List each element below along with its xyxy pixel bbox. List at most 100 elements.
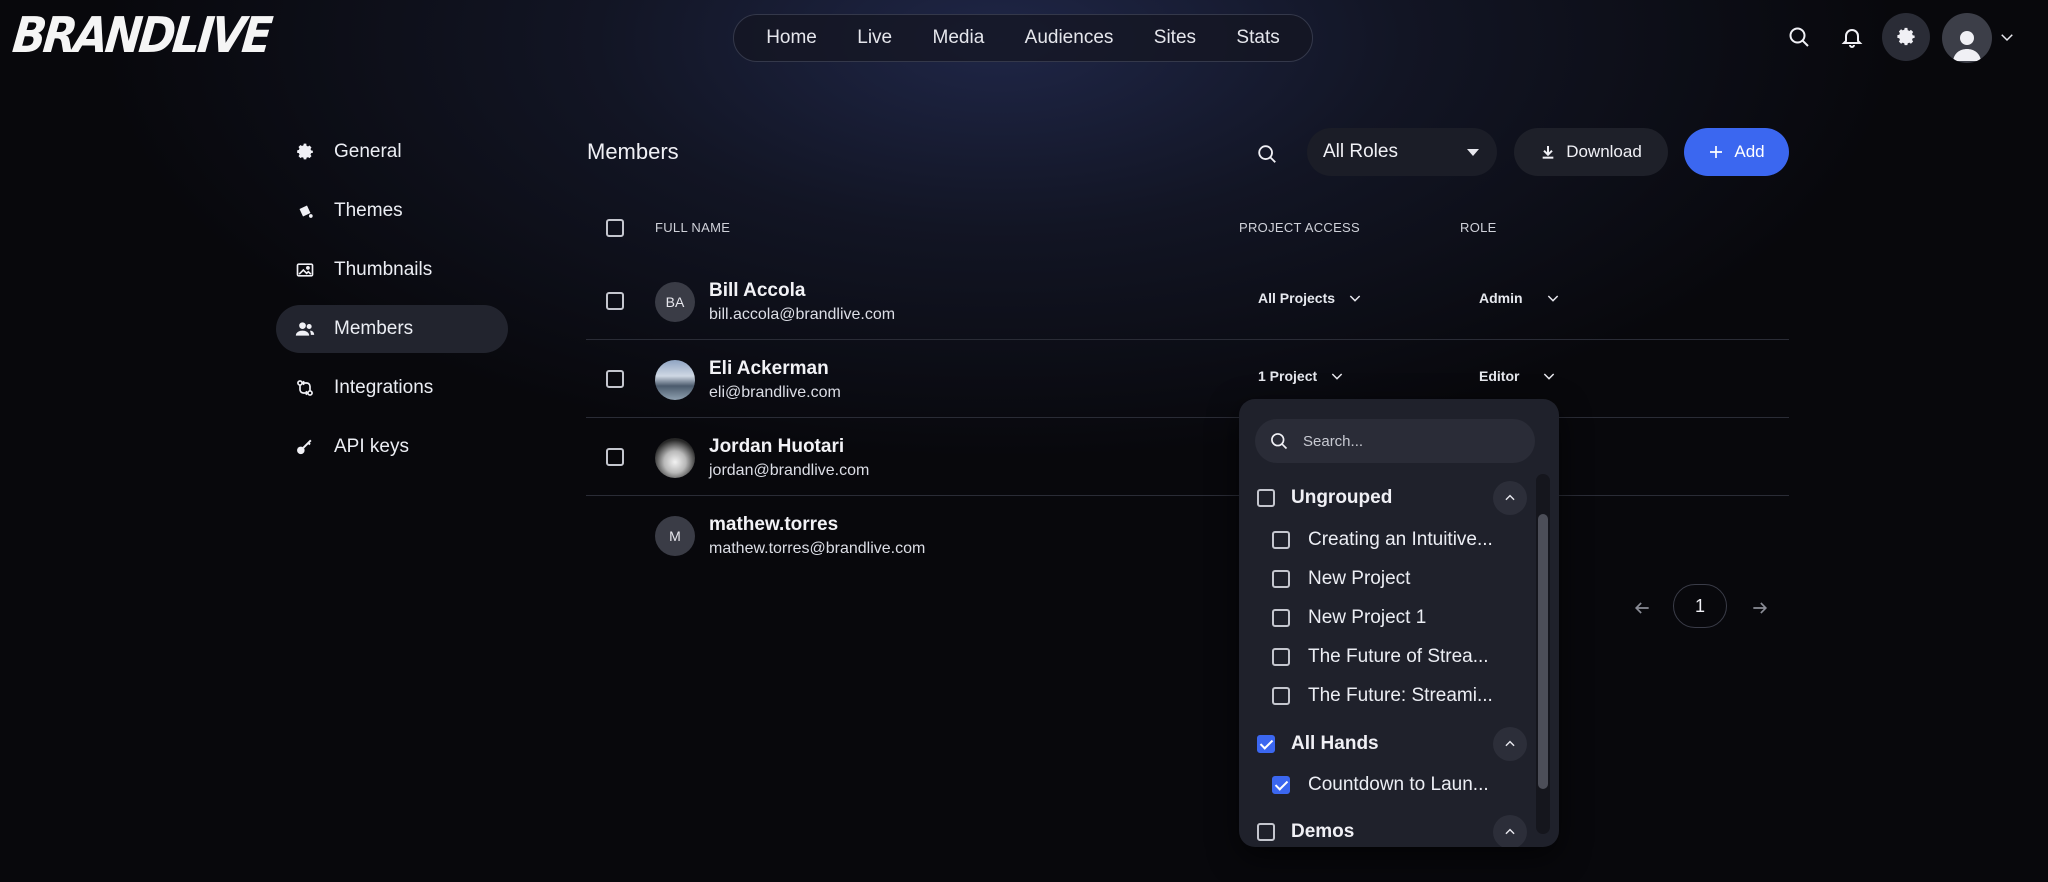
project-access-dropdown[interactable]: All Projects	[1258, 290, 1363, 306]
nav-audiences[interactable]: Audiences	[1025, 27, 1114, 49]
chevron-down-icon	[1547, 295, 1558, 302]
select-all-checkbox[interactable]	[606, 219, 624, 237]
nav-stats[interactable]: Stats	[1236, 27, 1279, 49]
project-search-input[interactable]	[1303, 432, 1503, 450]
sidebar-item-label: Integrations	[334, 377, 434, 398]
avatar	[655, 438, 695, 478]
project-option[interactable]: New Project	[1272, 568, 1508, 590]
group-demos[interactable]: Demos	[1257, 815, 1527, 847]
nav-media[interactable]: Media	[933, 27, 985, 49]
role-dropdown[interactable]: Admin	[1479, 290, 1561, 306]
project-access-dropdown[interactable]: 1 Project	[1258, 368, 1345, 384]
sidebar-item-label: General	[334, 141, 402, 162]
row-checkbox[interactable]	[606, 292, 624, 310]
role-value: Editor	[1479, 368, 1520, 384]
pagination-current-page[interactable]: 1	[1673, 584, 1727, 628]
account-menu-toggle[interactable]	[1998, 28, 2016, 51]
project-search-field[interactable]	[1255, 419, 1535, 463]
row-checkbox[interactable]	[606, 448, 624, 466]
scrollbar-thumb[interactable]	[1538, 514, 1548, 789]
gear-icon	[1897, 27, 1915, 46]
add-member-button[interactable]: Add	[1684, 128, 1789, 176]
project-option[interactable]: The Future: Streami...	[1272, 685, 1508, 707]
member-name: mathew.torres	[709, 514, 839, 535]
download-label: Download	[1566, 142, 1642, 161]
chevron-down-icon	[1349, 295, 1361, 302]
bell-icon	[1841, 29, 1863, 48]
collapse-group-button[interactable]	[1493, 727, 1527, 761]
member-email: jordan@brandlive.com	[709, 462, 870, 479]
search-icon	[1258, 145, 1276, 163]
popover-scrollbar[interactable]	[1536, 474, 1550, 834]
member-email: mathew.torres@brandlive.com	[709, 540, 926, 557]
avatar: BA	[655, 282, 695, 322]
project-checkbox[interactable]	[1272, 687, 1290, 705]
download-icon	[1542, 146, 1554, 159]
collapse-group-button[interactable]	[1493, 481, 1527, 515]
group-ungrouped[interactable]: Ungrouped	[1257, 481, 1527, 515]
chevron-down-icon	[1331, 373, 1343, 380]
notifications-button[interactable]	[1832, 17, 1872, 57]
project-option[interactable]: Countdown to Laun...	[1272, 774, 1508, 796]
group-label: Demos	[1291, 821, 1355, 842]
project-checkbox[interactable]	[1272, 776, 1290, 794]
sidebar-item-label: API keys	[334, 436, 409, 457]
role-value: Admin	[1479, 290, 1523, 306]
members-search-button[interactable]	[1250, 137, 1284, 171]
sidebar-item-label: Thumbnails	[334, 259, 433, 280]
project-option[interactable]: New Project 1	[1272, 607, 1508, 629]
group-checkbox[interactable]	[1257, 735, 1275, 753]
download-button[interactable]: Download	[1514, 128, 1668, 176]
table-row[interactable]: Jordan Huotari jordan@brandlive.com	[586, 418, 1789, 496]
project-option[interactable]: The Future of Strea...	[1272, 646, 1508, 668]
column-header-full-name[interactable]: FULL NAME	[655, 220, 730, 235]
sidebar-item-integrations[interactable]: Integrations	[276, 364, 508, 412]
table-row[interactable]: M mathew.torres mathew.torres@brandlive.…	[586, 496, 1789, 574]
sidebar-item-general[interactable]: General	[276, 128, 508, 176]
project-label: The Future: Streami...	[1308, 685, 1493, 706]
project-checkbox[interactable]	[1272, 609, 1290, 627]
nav-home[interactable]: Home	[766, 27, 817, 49]
brandlive-logo[interactable]: BRANDLIVE	[10, 6, 272, 63]
roles-filter-select[interactable]: All Roles	[1307, 128, 1497, 176]
chevron-up-icon	[1505, 740, 1515, 747]
add-label: Add	[1734, 142, 1765, 161]
project-option[interactable]: Creating an Intuitive...	[1272, 529, 1508, 551]
pagination-next-button[interactable]	[1746, 594, 1774, 622]
nav-sites[interactable]: Sites	[1154, 27, 1196, 49]
search-icon	[1789, 27, 1809, 47]
avatar: M	[655, 516, 695, 556]
arrow-right-icon	[1753, 602, 1768, 614]
project-label: The Future of Strea...	[1308, 646, 1489, 667]
chevron-up-icon	[1505, 828, 1515, 835]
top-navigation: Home Live Media Audiences Sites Stats	[733, 14, 1313, 62]
group-label: All Hands	[1291, 733, 1379, 754]
sidebar-item-thumbnails[interactable]: Thumbnails	[276, 246, 508, 294]
nav-live[interactable]: Live	[857, 27, 892, 49]
sidebar-item-api-keys[interactable]: API keys	[276, 423, 508, 471]
project-checkbox[interactable]	[1272, 570, 1290, 588]
group-checkbox[interactable]	[1257, 823, 1275, 841]
collapse-group-button[interactable]	[1493, 815, 1527, 847]
group-checkbox[interactable]	[1257, 489, 1275, 507]
table-row[interactable]: Eli Ackerman eli@brandlive.com 1 Project…	[586, 340, 1789, 418]
column-header-project-access[interactable]: PROJECT ACCESS	[1239, 220, 1360, 235]
table-row[interactable]: BA Bill Accola bill.accola@brandlive.com…	[586, 262, 1789, 340]
sidebar-item-label: Members	[334, 318, 414, 339]
roles-filter-value: All Roles	[1323, 141, 1398, 162]
project-checkbox[interactable]	[1272, 648, 1290, 666]
role-dropdown[interactable]: Editor	[1479, 368, 1557, 384]
header-search-button[interactable]	[1779, 17, 1819, 57]
user-avatar-button[interactable]	[1942, 13, 1992, 63]
sidebar-item-themes[interactable]: Themes	[276, 187, 508, 235]
group-all-hands[interactable]: All Hands	[1257, 727, 1527, 761]
row-checkbox[interactable]	[606, 370, 624, 388]
pagination-prev-button[interactable]	[1628, 594, 1656, 622]
key-icon	[294, 436, 316, 458]
caret-down-icon	[1467, 148, 1479, 156]
project-checkbox[interactable]	[1272, 531, 1290, 549]
sidebar-item-members[interactable]: Members	[276, 305, 508, 353]
column-header-role[interactable]: ROLE	[1460, 220, 1497, 235]
settings-button[interactable]	[1882, 13, 1930, 61]
paint-bucket-icon	[294, 200, 316, 222]
